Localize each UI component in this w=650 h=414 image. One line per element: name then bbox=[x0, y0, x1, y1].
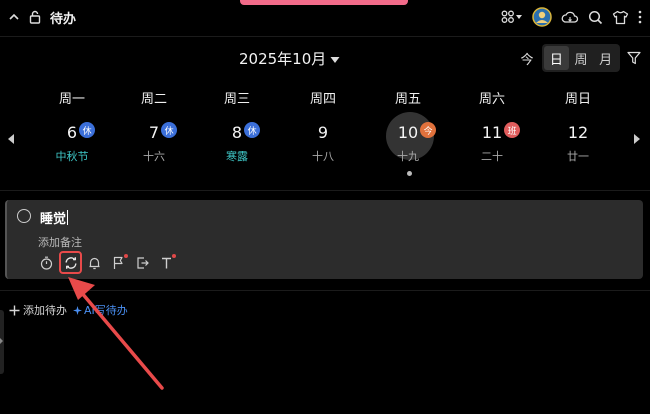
task-divider bbox=[0, 290, 650, 291]
date-number: 9 bbox=[317, 123, 329, 142]
holiday-badge: 休 bbox=[244, 122, 261, 138]
task-card[interactable]: 睡觉 添加备注 bbox=[5, 200, 643, 279]
text-format-icon[interactable] bbox=[158, 254, 176, 271]
sparkle-icon bbox=[73, 305, 82, 315]
weekday-label: 周日 bbox=[564, 92, 591, 107]
today-button[interactable]: 今 bbox=[516, 47, 538, 69]
lunar-label: 十六 bbox=[143, 150, 165, 163]
task-checkbox[interactable] bbox=[17, 209, 31, 223]
flag-icon[interactable] bbox=[110, 254, 128, 271]
avatar[interactable] bbox=[532, 7, 552, 27]
weekday-label: 周二 bbox=[140, 92, 167, 107]
view-switcher: 日 周 月 bbox=[542, 44, 620, 72]
add-row: 添加待办 AI写待办 bbox=[9, 302, 128, 318]
apps-grid-icon[interactable] bbox=[501, 10, 523, 24]
lunar-label: 二十 bbox=[481, 150, 503, 163]
plus-icon bbox=[9, 305, 20, 315]
date-number: 10 bbox=[397, 123, 419, 142]
prev-week-arrow-icon[interactable] bbox=[7, 134, 15, 147]
ai-write-todo-button[interactable]: AI写待办 bbox=[73, 302, 128, 318]
day-cell[interactable]: 周二 7休 十六 bbox=[114, 84, 194, 184]
weekday-label: 周一 bbox=[58, 92, 85, 107]
task-note-input[interactable]: 添加备注 bbox=[38, 234, 82, 250]
page-title: 待办 bbox=[50, 11, 77, 27]
tab-month[interactable]: 月 bbox=[593, 46, 618, 70]
text-cursor bbox=[67, 210, 69, 225]
chevron-up-icon[interactable] bbox=[8, 11, 20, 23]
unlock-icon[interactable] bbox=[28, 10, 42, 24]
day-cell[interactable]: 周四 9 十八 bbox=[283, 84, 363, 184]
caret-down-icon bbox=[330, 50, 340, 68]
day-cell-today[interactable]: 周五 10 今 十九 bbox=[368, 84, 448, 184]
week-strip: 周一 6休 中秋节 周二 7休 十六 周三 8休 寒露 周四 9 十八 周五 1… bbox=[20, 84, 630, 184]
task-title: 睡觉 bbox=[40, 212, 67, 227]
side-drawer-handle[interactable] bbox=[0, 310, 4, 374]
date-number: 12 bbox=[567, 123, 589, 142]
event-dot bbox=[407, 171, 412, 176]
move-to-icon[interactable] bbox=[134, 254, 151, 271]
day-cell[interactable]: 周六 11 班 二十 bbox=[452, 84, 532, 184]
add-todo-label: 添加待办 bbox=[23, 304, 67, 317]
month-label: 2025年10月 bbox=[239, 50, 327, 68]
today-badge: 今 bbox=[420, 122, 437, 138]
day-cell[interactable]: 周一 6休 中秋节 bbox=[32, 84, 112, 184]
tab-week[interactable]: 周 bbox=[569, 46, 594, 70]
date-number: 11 bbox=[481, 123, 503, 142]
tab-day[interactable]: 日 bbox=[544, 46, 569, 70]
add-todo-button[interactable]: 添加待办 bbox=[9, 302, 67, 318]
ai-write-todo-label: AI写待办 bbox=[84, 304, 128, 317]
shirt-icon[interactable] bbox=[612, 10, 629, 25]
month-selector[interactable]: 2025年10月 bbox=[239, 48, 340, 69]
day-cell[interactable]: 周日 12 廿一 bbox=[538, 84, 618, 184]
weekday-label: 周五 bbox=[394, 92, 421, 107]
date-number: 8 bbox=[231, 123, 243, 142]
lunar-label: 十八 bbox=[312, 150, 334, 163]
task-title-input[interactable]: 睡觉 bbox=[40, 208, 69, 227]
header-divider bbox=[0, 36, 650, 37]
workday-badge: 班 bbox=[504, 122, 521, 138]
holiday-badge: 休 bbox=[79, 122, 96, 138]
repeat-icon[interactable] bbox=[59, 251, 82, 274]
lunar-label: 廿一 bbox=[567, 150, 589, 163]
weekday-label: 周六 bbox=[478, 92, 505, 107]
filter-icon[interactable] bbox=[627, 50, 641, 69]
next-week-arrow-icon[interactable] bbox=[633, 134, 641, 147]
timer-icon[interactable] bbox=[38, 254, 55, 271]
bell-icon[interactable] bbox=[86, 254, 103, 271]
lunar-label: 十九 bbox=[397, 150, 419, 163]
day-cell[interactable]: 周三 8休 寒露 bbox=[197, 84, 277, 184]
weekday-label: 周三 bbox=[223, 92, 250, 107]
lunar-label: 寒露 bbox=[226, 150, 248, 163]
top-bar: 待办 bbox=[0, 0, 650, 34]
more-icon[interactable] bbox=[638, 10, 642, 24]
date-number: 7 bbox=[148, 123, 160, 142]
search-icon[interactable] bbox=[588, 10, 603, 25]
task-toolbar bbox=[38, 251, 176, 274]
holiday-badge: 休 bbox=[161, 122, 178, 138]
cloud-sync-icon[interactable] bbox=[561, 10, 579, 24]
lunar-label: 中秋节 bbox=[55, 150, 89, 163]
weekday-label: 周四 bbox=[309, 92, 336, 107]
date-number: 6 bbox=[66, 123, 78, 142]
month-toolbar: 2025年10月 今 日 周 月 bbox=[0, 44, 650, 74]
week-divider bbox=[0, 190, 650, 191]
